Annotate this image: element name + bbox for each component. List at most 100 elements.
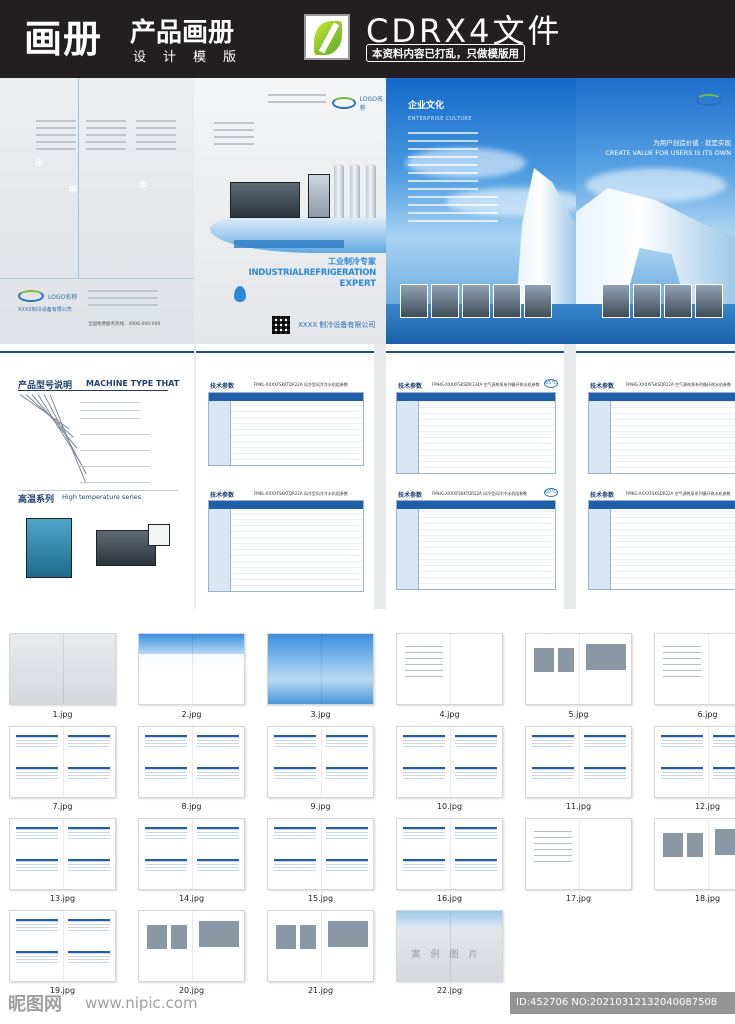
header-note: 本资料内容已打乱，只做模版用 xyxy=(366,44,525,62)
thumbnail-image[interactable] xyxy=(654,818,735,890)
value-slogan: 为用户创造价值 · 就是实现 CREATE VALUE FOR USERS IS… xyxy=(605,139,731,157)
tank-image xyxy=(334,164,344,218)
case-label: 案例图片 xyxy=(411,950,488,960)
product-photo-strip xyxy=(400,284,552,318)
coreldraw-logo-icon xyxy=(304,14,350,60)
qr-code-icon xyxy=(272,316,290,334)
thumbnail-caption[interactable]: 16.jpg xyxy=(396,894,503,903)
snowflake-icon: ❄ xyxy=(68,182,79,196)
chiller-machine-image xyxy=(230,182,300,218)
spec-table xyxy=(208,392,364,466)
culture-page: 企业文化 ENTERPRISE CULTURE xyxy=(386,78,576,344)
thumbnail-image[interactable] xyxy=(267,726,374,798)
thumbnail-caption[interactable]: 2.jpg xyxy=(138,710,245,719)
culture-title-en: ENTERPRISE CULTURE xyxy=(408,116,473,122)
snowflake-icon: ❄ xyxy=(138,178,149,192)
spec-table xyxy=(396,500,556,590)
thumbnail-image[interactable] xyxy=(654,726,735,798)
company-name-small: XXXX制冷设备有限公司 xyxy=(18,307,72,313)
header-product-title: 产品画册 xyxy=(130,18,235,48)
slogan-en-1: INDUSTRIALREFRIGERATION xyxy=(248,268,377,278)
thumbnail-image[interactable] xyxy=(9,818,116,890)
back-cover-page: ❄ ❄ ❄ LOGO名称 XXXX制冷设备有限公司 全国免费服务热线：4006-… xyxy=(0,78,194,344)
temperature-badge-icon: 65℃ xyxy=(544,379,558,388)
thumbnail-caption[interactable]: 13.jpg xyxy=(9,894,116,903)
service-hotline: 全国免费服务热线：4006-000-000 xyxy=(88,322,161,327)
header-design-subtitle: 设计模版 xyxy=(133,50,254,65)
thumbnail-caption[interactable]: 12.jpg xyxy=(654,802,735,811)
model-code-lines xyxy=(19,394,180,494)
thumbnail-image[interactable] xyxy=(267,818,374,890)
front-cover-page: LOGO名称 工业制冷专家 INDUSTRIALREFRIGERATION EX… xyxy=(194,78,386,344)
thumbnail-caption[interactable]: 4.jpg xyxy=(396,710,503,719)
header-title: 画册 xyxy=(24,17,103,61)
company-logo: LOGO名称 xyxy=(18,290,77,302)
spec-table-page-3: 技术参数 FMHG-XXXXFSKSDR22A 空气源热泵系列循环热水机参数 技… xyxy=(576,344,735,609)
thumbnail-image[interactable] xyxy=(9,726,116,798)
thumbnail-caption[interactable]: 9.jpg xyxy=(267,802,374,811)
thumbnail-image[interactable] xyxy=(138,818,245,890)
thumbnail-caption[interactable]: 21.jpg xyxy=(267,986,374,995)
spec-table-page-1: 技术参数 FMKL-XXXXFSKKTDR22A 风冷型风冷冷水机组参数 技术参… xyxy=(196,344,374,609)
watermark-id: ID:452706 NO:20210312132040087508 xyxy=(510,992,735,1014)
company-name-big: XXXX 制冷设备有限公司 xyxy=(298,321,376,329)
culture-title-cn: 企业文化 xyxy=(408,101,445,111)
slogan-en-2: EXPERT xyxy=(339,279,376,289)
watermark-logo: 昵图网 xyxy=(8,994,62,1015)
thumbnail-caption[interactable]: 11.jpg xyxy=(525,802,632,811)
thumbnail-image[interactable] xyxy=(396,633,503,705)
slogan-cn: 工业制冷专家 xyxy=(328,257,376,266)
thumbnail-caption[interactable]: 7.jpg xyxy=(9,802,116,811)
thumbnail-image[interactable] xyxy=(9,910,116,982)
thumbnail-image[interactable] xyxy=(654,633,735,705)
thumbnail-image[interactable] xyxy=(9,633,116,705)
thumbnail-image[interactable] xyxy=(525,818,632,890)
high-temp-title-cn: 高温系列 xyxy=(18,495,55,505)
thumbnail-image[interactable] xyxy=(138,910,245,982)
spec-spread: 产品型号说明 MACHINE TYPE THAT 高温系列 High tempe… xyxy=(0,344,735,609)
thumbnail-caption[interactable]: 18.jpg xyxy=(654,894,735,903)
thumbnail-caption[interactable]: 8.jpg xyxy=(138,802,245,811)
water-drop-icon xyxy=(234,286,246,302)
header-banner: 画册 产品画册 设计模版 CDRX4文件 本资料内容已打乱，只做模版用 xyxy=(0,0,735,78)
thumbnail-caption[interactable]: 15.jpg xyxy=(267,894,374,903)
thumbnail-image[interactable] xyxy=(396,726,503,798)
company-logo: LOGO名称 xyxy=(332,94,386,112)
watermark-url: www.nipic.com xyxy=(85,994,198,1012)
thumbnail-image[interactable] xyxy=(267,910,374,982)
model-title-en: MACHINE TYPE THAT xyxy=(86,379,180,388)
tank-image xyxy=(350,164,360,218)
spec-table xyxy=(588,392,735,474)
thumbnail-image[interactable]: 案例图片 xyxy=(396,910,503,982)
control-cabinet-image xyxy=(308,174,330,218)
thumbnail-image[interactable] xyxy=(396,818,503,890)
thumbnail-caption[interactable]: 22.jpg xyxy=(396,986,503,995)
tank-image xyxy=(366,164,376,218)
thumbnail-image[interactable] xyxy=(267,633,374,705)
high-temp-title-en: High temperature series xyxy=(62,493,142,501)
model-explanation-page: 产品型号说明 MACHINE TYPE THAT 高温系列 High tempe… xyxy=(0,344,194,609)
thumbnail-caption[interactable]: 17.jpg xyxy=(525,894,632,903)
thumbnail-caption[interactable]: 10.jpg xyxy=(396,802,503,811)
thumbnail-caption[interactable]: 5.jpg xyxy=(525,710,632,719)
spec-table-page-2: 技术参数 FMHG-XXXXFSKSDR134A 空气源热泵系列循环热水机参数 … xyxy=(386,344,564,609)
screw-chiller-image xyxy=(96,530,156,566)
spec-table xyxy=(396,392,556,474)
snowflake-icon: ❄ xyxy=(34,156,45,170)
thumbnail-caption[interactable]: 3.jpg xyxy=(267,710,374,719)
thumbnail-caption[interactable]: 1.jpg xyxy=(9,710,116,719)
thumbnail-image[interactable] xyxy=(525,726,632,798)
value-page: 为用户创造价值 · 就是实现 CREATE VALUE FOR USERS IS… xyxy=(576,78,735,344)
thumbnail-caption[interactable]: 14.jpg xyxy=(138,894,245,903)
cover-spread: ❄ ❄ ❄ LOGO名称 XXXX制冷设备有限公司 全国免费服务热线：4006-… xyxy=(0,78,735,344)
spec-table xyxy=(208,500,364,592)
thumbnail-caption[interactable]: 6.jpg xyxy=(654,710,735,719)
thumbnail-image[interactable] xyxy=(525,633,632,705)
temperature-badge-icon: 60℃ xyxy=(544,488,558,497)
product-photo-strip xyxy=(602,284,723,318)
company-logo xyxy=(696,94,722,106)
high-temp-unit-image xyxy=(26,518,72,578)
thumbnail-image[interactable] xyxy=(138,633,245,705)
control-box-image xyxy=(148,524,170,546)
thumbnail-image[interactable] xyxy=(138,726,245,798)
